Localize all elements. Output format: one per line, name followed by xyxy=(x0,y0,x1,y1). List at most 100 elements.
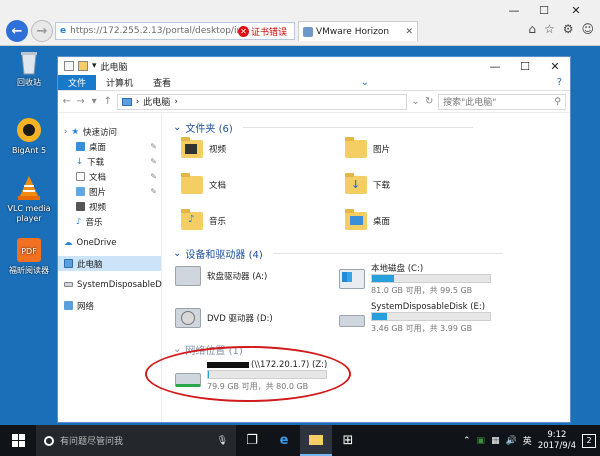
maximize-button[interactable]: ☐ xyxy=(532,2,556,18)
favorites-icon[interactable]: ☆ xyxy=(544,22,555,36)
nav-back-icon[interactable]: ← xyxy=(62,96,72,107)
document-icon xyxy=(76,172,85,181)
divider xyxy=(242,127,473,128)
tab-view[interactable]: 查看 xyxy=(143,75,181,90)
tray-expand-icon[interactable]: ⌃ xyxy=(463,436,471,446)
cortana-search-box[interactable]: 有问题尽管问我 🎙 xyxy=(36,425,236,456)
nav-item-pictures[interactable]: 图片 ✎ xyxy=(58,184,161,199)
explorer-minimize-button[interactable]: — xyxy=(480,60,510,73)
recent-dropdown-icon[interactable]: ▾ xyxy=(89,96,99,107)
folder-item[interactable]: 桌面 xyxy=(345,209,390,230)
group-header-folders[interactable]: ⌄ 文件夹 (6) xyxy=(173,120,473,135)
notification-center-icon[interactable]: 2 xyxy=(582,433,596,448)
nav-item-disposable-disk[interactable]: SystemDisposableD xyxy=(58,277,162,292)
device-item[interactable]: 本地磁盘 (C:) 81.0 GB 可用，共 99.5 GB xyxy=(339,262,491,296)
folder-item[interactable]: ↓ 下载 xyxy=(345,173,390,194)
tab-computer[interactable]: 计算机 xyxy=(96,75,143,90)
nav-item-network[interactable]: 网络 xyxy=(58,298,161,313)
device-item[interactable]: 软盘驱动器 (A:) xyxy=(175,266,267,286)
qat-dropdown-icon[interactable]: ▾ xyxy=(92,61,97,71)
back-button[interactable]: ← xyxy=(6,20,28,42)
nav-item-documents[interactable]: 文档 ✎ xyxy=(58,169,161,184)
foxit-pdf-icon: PDF xyxy=(15,236,43,264)
local-disk-icon xyxy=(339,269,365,289)
home-icon[interactable]: ⌂ xyxy=(528,22,536,36)
tab-close-icon[interactable]: ✕ xyxy=(405,27,413,37)
nav-up-icon[interactable]: ↑ xyxy=(103,96,113,107)
folder-item[interactable]: 图片 xyxy=(345,137,390,158)
folder-item[interactable]: 文档 xyxy=(181,173,226,194)
refresh-icon[interactable]: ↻ xyxy=(424,96,434,107)
smiley-icon[interactable]: ☺ xyxy=(581,22,594,36)
store-icon[interactable]: ⊞ xyxy=(332,425,364,456)
forward-button[interactable]: → xyxy=(31,20,53,42)
volume-icon[interactable]: 🔊 xyxy=(506,436,517,446)
edge-icon[interactable]: e xyxy=(268,425,300,456)
clock-date: 2017/9/4 xyxy=(537,440,576,451)
file-explorer-taskbar-icon[interactable] xyxy=(300,425,332,456)
minimize-button[interactable]: — xyxy=(502,2,526,18)
desktop-icon xyxy=(76,142,85,151)
disk-info: 3.46 GB 可用，共 3.99 GB xyxy=(371,324,473,333)
start-button[interactable] xyxy=(0,425,36,456)
clock[interactable]: 9:12 2017/9/4 xyxy=(538,430,576,452)
disk-usage-fill xyxy=(372,275,395,282)
settings-gear-icon[interactable]: ⚙ xyxy=(563,22,574,36)
microphone-icon[interactable]: 🎙 xyxy=(217,436,228,446)
group-header-devices[interactable]: ⌄ 设备和驱动器 (4) xyxy=(173,246,503,261)
folder-item[interactable]: ♪ 音乐 xyxy=(181,209,227,230)
path-box[interactable]: › 此电脑 › xyxy=(116,93,407,110)
folder-label: 视频 xyxy=(209,145,227,155)
path-dropdown-icon[interactable]: ⌄ xyxy=(411,96,421,107)
explorer-close-button[interactable]: ✕ xyxy=(540,60,570,73)
certificate-error[interactable]: ✕ 证书错误 xyxy=(238,23,291,39)
collapse-chevron-icon[interactable]: ⌄ xyxy=(173,248,181,259)
tab-vmware-horizon[interactable]: VMware Horizon ✕ xyxy=(298,21,418,41)
nav-item-this-pc[interactable]: 此电脑 xyxy=(58,256,161,271)
divider xyxy=(272,253,503,254)
properties-icon[interactable] xyxy=(64,61,74,71)
search-input[interactable]: 搜索"此电脑" ⚲ xyxy=(438,93,566,110)
expand-icon[interactable]: › xyxy=(64,127,67,137)
nav-item-videos[interactable]: 视频 xyxy=(58,199,161,214)
device-item[interactable]: SystemDisposableDisk (E:) 3.46 GB 可用，共 3… xyxy=(339,302,491,334)
collapse-chevron-icon[interactable]: ⌄ xyxy=(173,122,181,133)
computer-icon xyxy=(64,259,73,268)
computer-icon xyxy=(121,97,132,106)
ime-indicator[interactable]: 英 xyxy=(523,434,532,447)
new-folder-icon[interactable] xyxy=(78,61,88,71)
folder-label: 音乐 xyxy=(209,217,227,227)
tab-file[interactable]: 文件 xyxy=(58,75,97,90)
explorer-maximize-button[interactable]: ☐ xyxy=(510,60,540,73)
dvd-drive-icon xyxy=(175,308,201,328)
folder-item[interactable]: 视频 xyxy=(181,137,227,158)
back-arrow-icon: ← xyxy=(11,23,23,39)
network-tray-icon[interactable]: ▦ xyxy=(491,436,500,446)
device-item[interactable]: DVD 驱动器 (D:) xyxy=(175,308,273,328)
vlc-icon xyxy=(15,174,43,202)
nav-item-downloads[interactable]: ↓ 下载 ✎ xyxy=(58,154,161,169)
nav-item-music[interactable]: ♪ 音乐 xyxy=(58,214,161,229)
tray-app-icon[interactable]: ▣ xyxy=(477,436,486,446)
nav-item-desktop[interactable]: 桌面 ✎ xyxy=(58,139,161,154)
help-icon[interactable]: ? xyxy=(557,75,562,90)
taskbar: 有问题尽管问我 🎙 ❐ e ⊞ ⌃ ▣ ▦ 🔊 英 9:12 2017/9/4 … xyxy=(0,425,600,456)
nav-forward-icon[interactable]: → xyxy=(76,96,86,107)
breadcrumb[interactable]: 此电脑 xyxy=(143,95,170,108)
task-view-icon[interactable]: ❐ xyxy=(236,425,268,456)
tab-title: VMware Horizon xyxy=(316,26,390,37)
ribbon-toggle-icon[interactable]: ⌄ xyxy=(361,75,369,90)
music-icon: ♪ xyxy=(76,216,82,227)
nav-item-onedrive[interactable]: ☁ OneDrive xyxy=(58,235,161,250)
desktop-icon-recycle-bin[interactable]: 回收站 xyxy=(2,48,56,88)
close-button[interactable]: ✕ xyxy=(564,2,588,18)
onedrive-icon: ☁ xyxy=(64,237,73,248)
explorer-window-controls: — ☐ ✕ xyxy=(480,60,570,73)
desktop-icon-foxit[interactable]: PDF 福昕阅读器 xyxy=(2,236,56,276)
desktop-icon-vlc[interactable]: VLC media player xyxy=(2,174,56,224)
music-folder-icon: ♪ xyxy=(181,209,203,230)
desktop-icon-bigant[interactable]: BigAnt 5 xyxy=(2,116,56,156)
download-icon: ↓ xyxy=(76,156,84,167)
nav-item-quick-access[interactable]: › ★ 快速访问 xyxy=(58,124,161,139)
explorer-titlebar[interactable]: ▾ 此电脑 — ☐ ✕ xyxy=(58,57,570,75)
